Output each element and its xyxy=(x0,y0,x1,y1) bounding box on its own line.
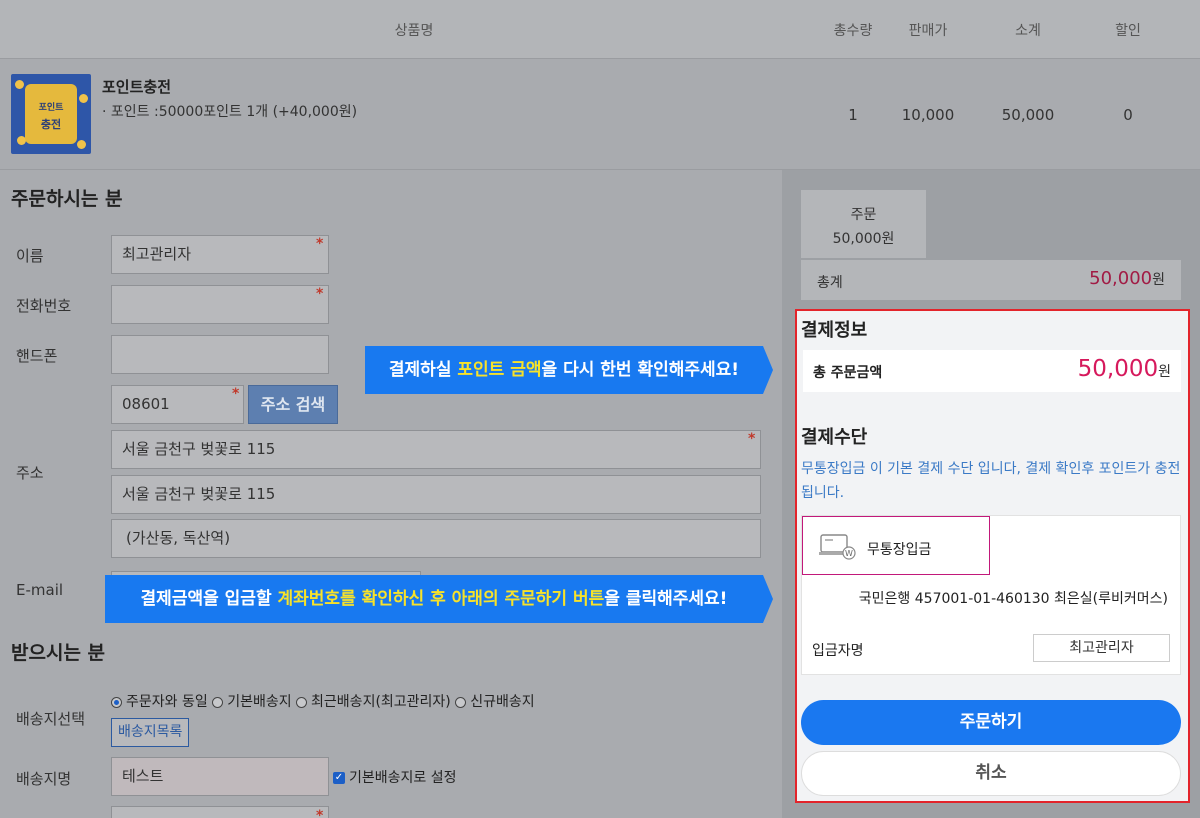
mobile-input[interactable] xyxy=(111,335,329,374)
callout-confirm-account: 결제금액을 입금할 계좌번호를 확인하신 후 아래의 주문하기 버튼을 클릭해주… xyxy=(105,575,763,623)
destination-select-label: 배송지선택 xyxy=(16,710,86,728)
payment-info-title: 결제정보 xyxy=(801,320,868,341)
destination-name-input[interactable]: 테스트 xyxy=(111,757,329,796)
callout-arrow-icon xyxy=(763,346,773,394)
radio-recent-destination[interactable]: 최근배송지(최고관리자) xyxy=(296,694,451,710)
name-label: 이름 xyxy=(16,247,44,265)
total-order-amount: 50,000원 xyxy=(1077,356,1171,382)
address-label: 주소 xyxy=(16,464,44,482)
required-mark: * xyxy=(316,236,324,252)
point-card-icon: 포인트 충전 xyxy=(25,84,77,144)
total-amount: 50,000원 xyxy=(1089,268,1165,289)
order-button[interactable]: 주문하기 xyxy=(801,700,1181,745)
name-input[interactable]: 최고관리자 xyxy=(111,235,329,274)
required-mark: * xyxy=(316,808,324,818)
svg-text:W: W xyxy=(845,549,853,558)
product-thumbnail[interactable]: 포인트 충전 xyxy=(11,74,91,154)
payment-method-box: W 무통장입금 국민은행 457001-01-460130 최은실(루비커머스)… xyxy=(801,515,1181,675)
phone-label: 전화번호 xyxy=(16,297,72,315)
payment-notice: 무통장입금 이 기본 결제 수단 입니다, 결제 확인후 포인트가 충전됩니다. xyxy=(801,461,1181,501)
product-price: 10,000 xyxy=(901,106,955,124)
phone-input[interactable] xyxy=(111,285,329,324)
order-label: 주문 xyxy=(850,207,877,223)
header-qty: 총수량 xyxy=(833,23,873,39)
mobile-label: 핸드폰 xyxy=(16,347,58,365)
bank-transfer-icon: W xyxy=(819,534,856,560)
address2-input[interactable]: 서울 금천구 벚꽃로 115 xyxy=(111,475,761,514)
receiver-section-title: 받으시는 분 xyxy=(11,642,106,664)
required-mark: * xyxy=(748,431,756,447)
payment-box: 결제정보 총 주문금액 50,000원 결제수단 무통장입금 이 기본 결제 수… xyxy=(795,309,1190,803)
cancel-button[interactable]: 취소 xyxy=(801,751,1181,796)
orderer-section-title: 주문하시는 분 xyxy=(11,188,123,210)
depositor-input[interactable]: 최고관리자 xyxy=(1033,634,1170,662)
radio-icon xyxy=(455,696,467,708)
destination-radio-group: 주문자와 동일 기본배송지 최근배송지(최고관리자) 신규배송지 xyxy=(111,691,535,711)
total-label: 총계 xyxy=(817,275,843,291)
method-bank-transfer[interactable]: W 무통장입금 xyxy=(802,516,990,575)
header-price: 판매가 xyxy=(908,23,948,39)
radio-new-destination[interactable]: 신규배송지 xyxy=(455,694,535,710)
header-product: 상품명 xyxy=(394,23,434,39)
order-amount: 50,000원 xyxy=(832,231,895,247)
header-subtotal: 소계 xyxy=(1015,23,1041,39)
callout-confirm-amount: 결제하실 포인트 금액을 다시 한번 확인해주세요! xyxy=(365,346,763,394)
product-option: · 포인트 :50000포인트 1개 (+40,000원) xyxy=(102,104,358,120)
product-discount: 0 xyxy=(1123,106,1133,124)
bank-account-info: 국민은행 457001-01-460130 최은실(루비커머스) xyxy=(858,591,1168,607)
checkbox-checked-icon: ✓ xyxy=(333,772,345,784)
radio-icon xyxy=(296,696,308,708)
total-order-amount-row: 총 주문금액 50,000원 xyxy=(803,350,1181,392)
zipcode-input[interactable]: 08601 xyxy=(111,385,244,424)
cart-product-row: 포인트 충전 포인트충전 · 포인트 :50000포인트 1개 (+40,000… xyxy=(0,59,1200,170)
destination-name-label: 배송지명 xyxy=(16,770,72,788)
depositor-label: 입금자명 xyxy=(812,643,864,659)
total-order-label: 총 주문금액 xyxy=(813,365,883,381)
cart-table-header: 상품명 총수량 판매가 소계 할인 xyxy=(0,0,1200,59)
address3-input[interactable]: (가산동, 독산역) xyxy=(111,519,761,558)
receiver-next-input[interactable] xyxy=(111,806,329,818)
radio-selected-icon xyxy=(111,696,122,708)
address1-input[interactable]: 서울 금천구 벚꽃로 115 xyxy=(111,430,761,469)
product-name[interactable]: 포인트충전 xyxy=(102,76,171,97)
radio-default-destination[interactable]: 기본배송지 xyxy=(212,694,292,710)
total-row: 총계 50,000원 xyxy=(801,260,1181,300)
product-qty: 1 xyxy=(848,106,858,124)
header-discount: 할인 xyxy=(1115,23,1141,39)
email-label: E-mail xyxy=(16,581,64,599)
radio-icon xyxy=(212,696,224,708)
required-mark: * xyxy=(316,286,324,302)
radio-same-as-orderer[interactable]: 주문자와 동일 xyxy=(111,694,208,710)
address-search-button[interactable]: 주소 검색 xyxy=(248,385,338,424)
method-name: 무통장입금 xyxy=(867,542,932,558)
order-amount-tab: 주문 50,000원 xyxy=(801,190,926,258)
callout-arrow-icon xyxy=(763,575,773,623)
product-subtotal: 50,000 xyxy=(1001,106,1055,124)
payment-method-title: 결제수단 xyxy=(801,427,868,448)
required-mark: * xyxy=(232,386,240,402)
destination-list-button[interactable]: 배송지목록 xyxy=(111,718,190,747)
default-destination-checkbox[interactable]: ✓ 기본배송지로 설정 xyxy=(333,767,457,787)
